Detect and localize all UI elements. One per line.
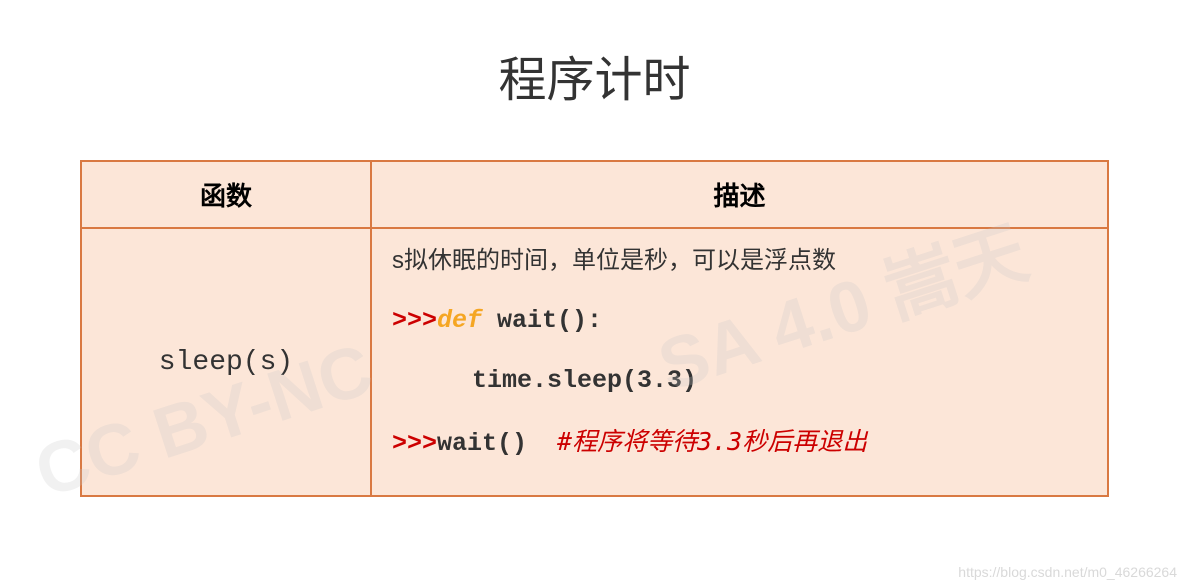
prompt-text-2: >>> <box>392 429 437 458</box>
header-function: 函数 <box>81 161 371 228</box>
prompt-text: >>> <box>392 306 437 335</box>
def-signature: wait(): <box>482 306 602 335</box>
watermark-url: https://blog.csdn.net/m0_46266264 <box>958 564 1177 580</box>
code-body: time.sleep(3.3) <box>472 366 697 395</box>
function-table: 函数 描述 sleep(s) s拟休眠的时间，单位是秒，可以是浮点数 >>>de… <box>80 160 1109 497</box>
table-data-row: sleep(s) s拟休眠的时间，单位是秒，可以是浮点数 >>>def wait… <box>81 228 1108 496</box>
function-name-cell: sleep(s) <box>81 228 371 496</box>
table-header-row: 函数 描述 <box>81 161 1108 228</box>
code-comment: #程序将等待3.3秒后再退出 <box>557 427 867 456</box>
description-text: s拟休眠的时间，单位是秒，可以是浮点数 <box>392 241 1087 282</box>
code-call: wait() <box>437 429 527 458</box>
header-description: 描述 <box>371 161 1108 228</box>
slide-title: 程序计时 <box>80 40 1109 110</box>
description-cell: s拟休眠的时间，单位是秒，可以是浮点数 >>>def wait(): time.… <box>371 228 1108 496</box>
code-line-def: >>>def wait(): <box>392 300 1087 343</box>
def-keyword: def <box>437 306 482 335</box>
code-line-body: time.sleep(3.3) <box>392 360 1087 403</box>
slide-container: 程序计时 函数 描述 sleep(s) s拟休眠的时间，单位是秒，可以是浮点数 … <box>0 0 1189 537</box>
code-line-call: >>>wait() #程序将等待3.3秒后再退出 <box>392 421 1087 466</box>
